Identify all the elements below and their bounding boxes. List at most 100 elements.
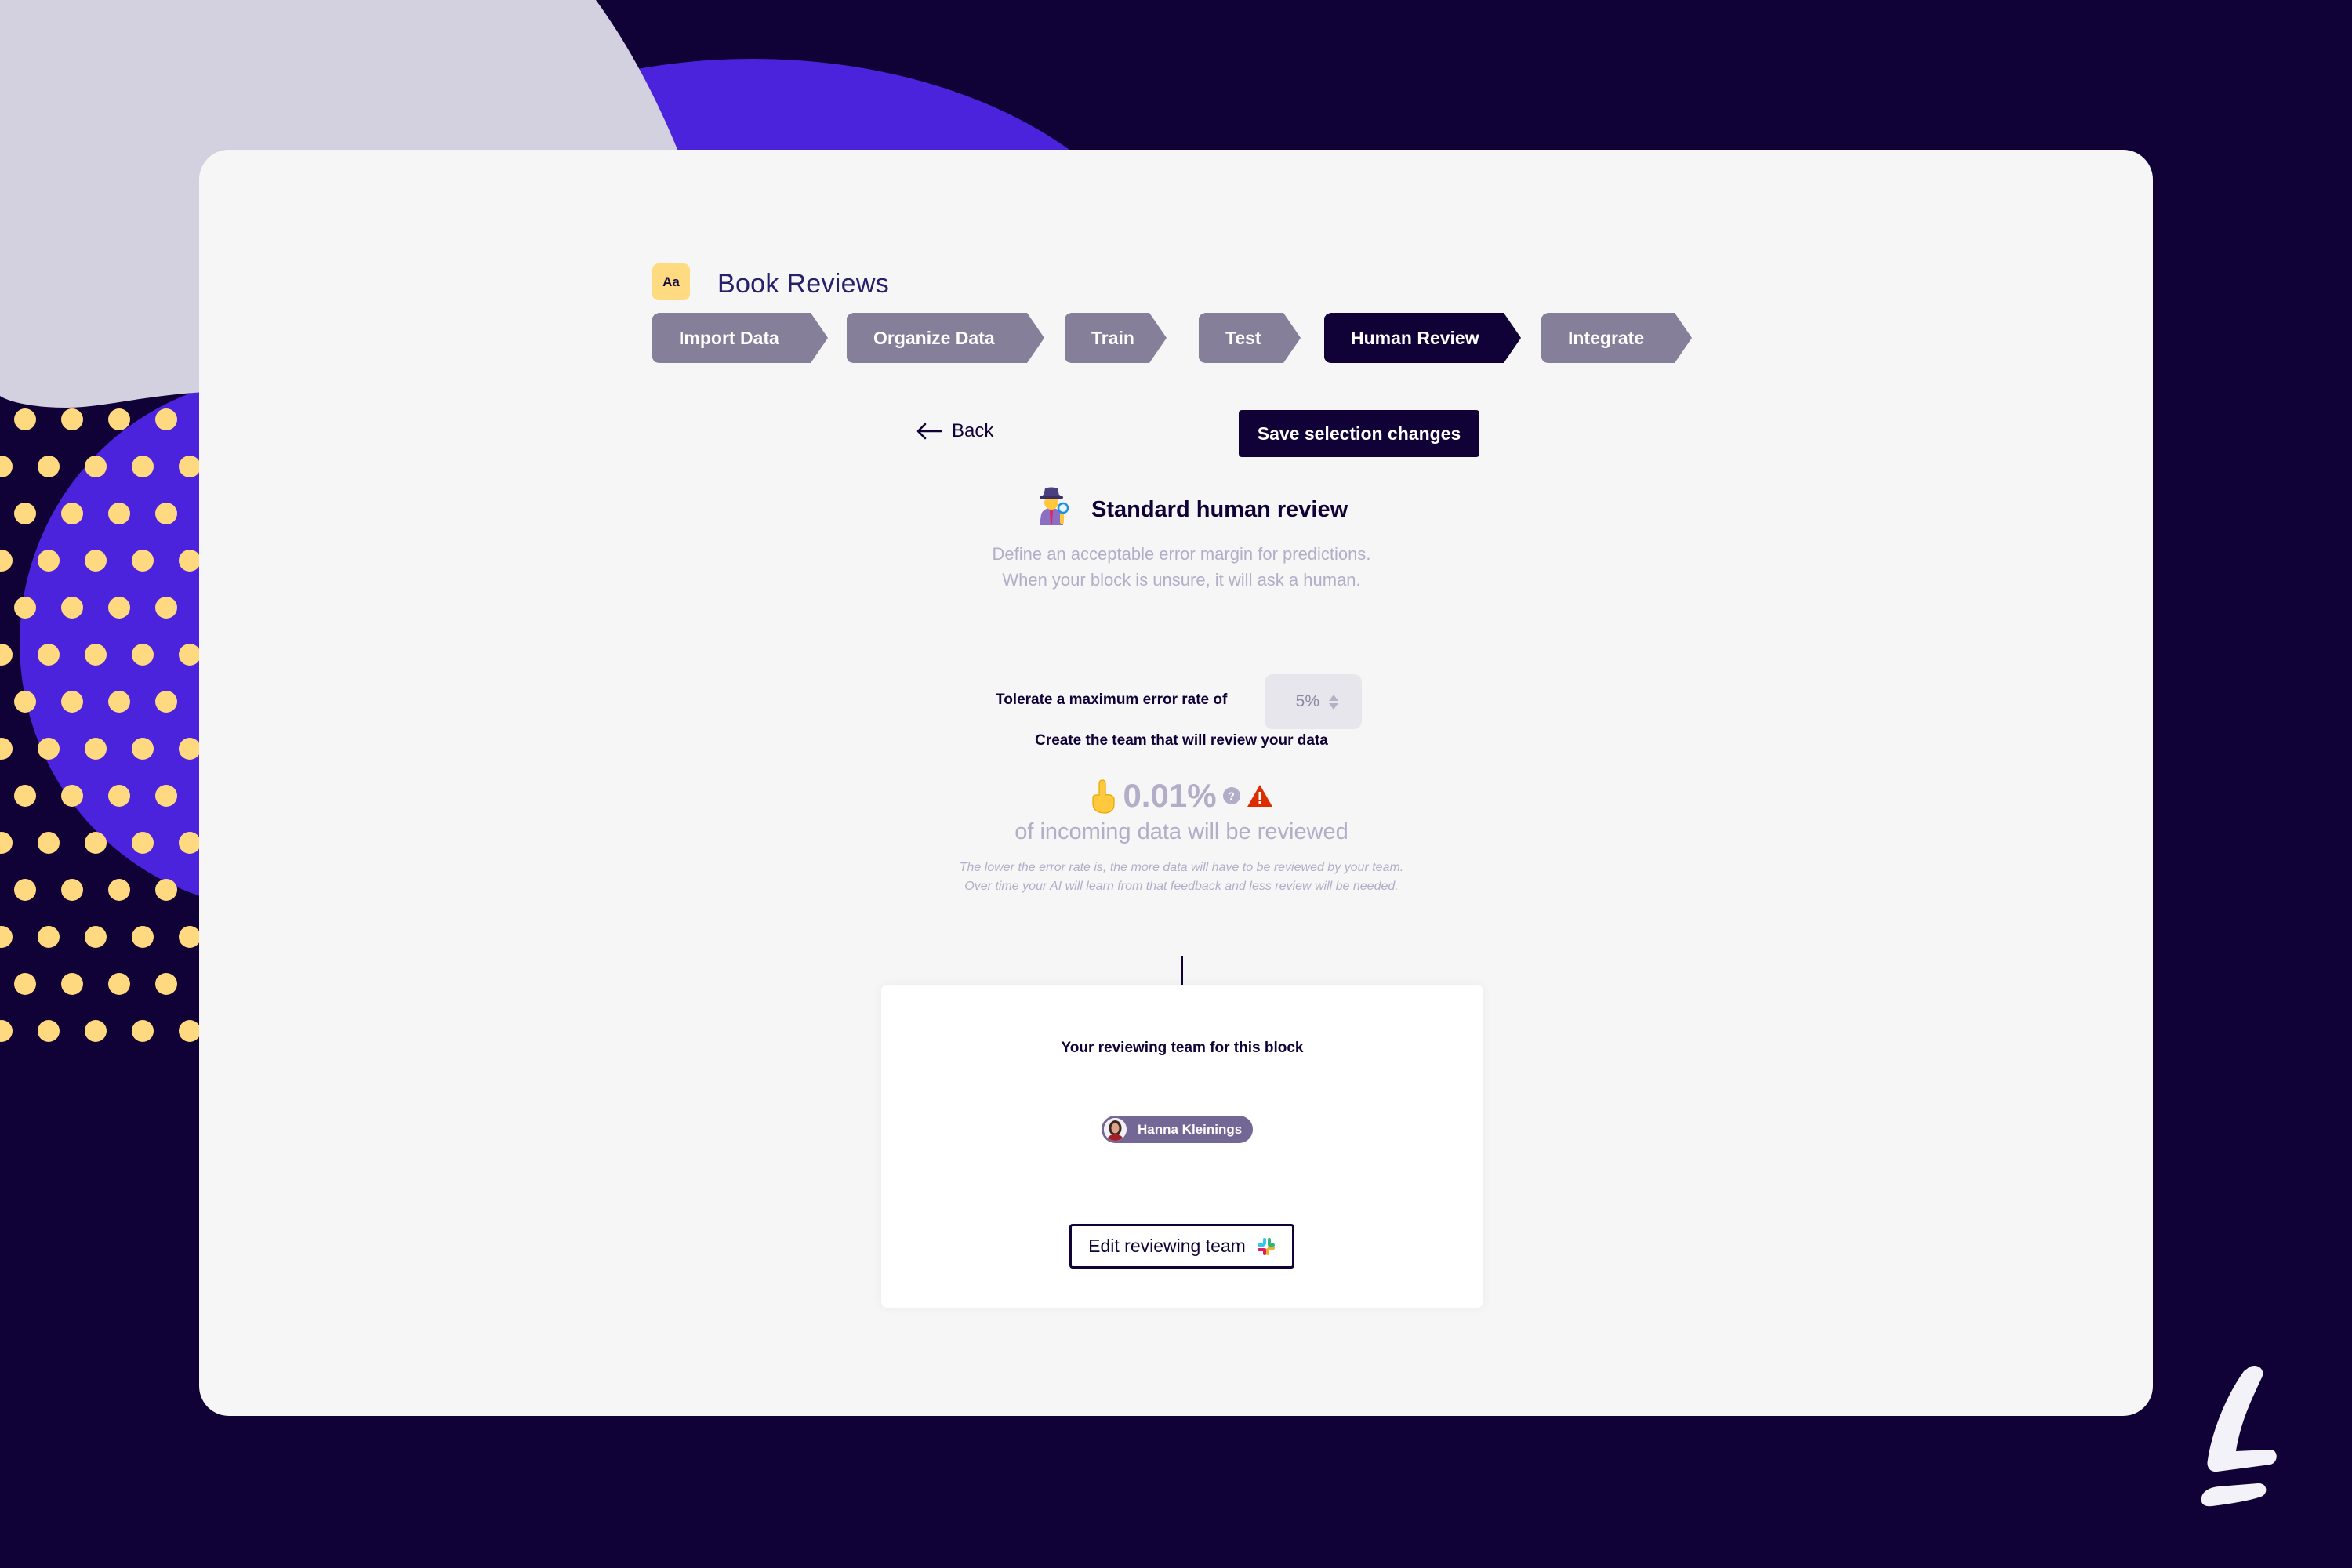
decor-dot [38,926,60,948]
decor-dot [179,738,201,760]
decor-dot [132,738,154,760]
decor-dot [85,550,107,572]
decor-dot [179,644,201,666]
decor-dot [14,408,36,430]
team-member-name: Hanna Kleinings [1138,1121,1243,1137]
decor-dot [108,597,130,619]
decor-dot [38,456,60,477]
back-button[interactable]: Back [916,420,993,442]
error-rate-stepper[interactable]: 5% [1265,674,1362,729]
description-line: Define an acceptable error margin for pr… [992,544,1371,564]
back-label: Back [952,420,994,441]
edit-reviewing-team-button[interactable]: Edit reviewing team [1069,1224,1294,1269]
decor-dot [61,408,83,430]
decor-dot [61,691,83,713]
decor-dot [38,1020,60,1042]
decor-dot [155,879,177,901]
decor-dot [38,832,60,854]
step-human-review[interactable]: Human Review [1324,313,1521,363]
warning-icon [1247,784,1273,808]
error-rate-value[interactable]: 5% [1296,692,1319,711]
brand-logo-icon [2201,1365,2277,1507]
decor-dot [132,550,154,572]
review-estimate: 0.01% ? [868,776,1495,815]
error-rate-label: Tolerate a maximum error rate of [996,691,1228,708]
decor-dot [38,550,60,572]
step-train[interactable]: Train [1065,313,1167,363]
decor-dot [14,973,36,995]
decor-dot [14,785,36,807]
save-selection-button[interactable]: Save selection changes [1239,410,1479,457]
decor-dot [155,785,177,807]
decor-dot [0,550,13,572]
decor-dot [61,785,83,807]
team-member-chip[interactable]: Hanna Kleinings [1102,1116,1253,1143]
create-team-label: Create the team that will review your da… [1035,732,1328,749]
increment-icon[interactable] [1329,694,1338,701]
step-integrate[interactable]: Integrate [1541,313,1692,363]
decor-dot [155,503,177,524]
decor-dot [179,456,201,477]
decor-dot [155,973,177,995]
decor-dot [0,644,13,666]
step-organize-data[interactable]: Organize Data [847,313,1044,363]
reviewing-team-title: Your reviewing team for this block [1061,1040,1304,1056]
decor-dot [179,1020,201,1042]
decor-dot [132,926,154,948]
review-note: The lower the error rate is, the more da… [959,861,1404,893]
step-import-data[interactable]: Import Data [652,313,828,363]
decor-dot [132,832,154,854]
decor-dot [0,832,13,854]
decor-dot [38,644,60,666]
decor-dot [85,456,107,477]
decor-dot [38,738,60,760]
decor-dot [108,408,130,430]
decor-dot [108,691,130,713]
step-test[interactable]: Test [1199,313,1301,363]
project-icon: Aa [652,263,690,300]
decor-dot [179,832,201,854]
decor-dot [14,597,36,619]
decor-dot [0,738,13,760]
decor-dot [0,926,13,948]
decor-dot [179,550,201,572]
review-mode-description: Define an acceptable error margin for pr… [868,541,1495,593]
slack-icon [1257,1237,1276,1256]
decor-dot [108,503,130,524]
decor-dot [108,879,130,901]
decrement-icon[interactable] [1329,702,1338,710]
decor-dot [85,926,107,948]
review-mode-title: Standard human review [1091,497,1348,522]
pointing-up-icon [1092,779,1116,814]
decor-dot [132,456,154,477]
help-icon[interactable]: ? [1222,787,1240,804]
decor-dot [85,832,107,854]
review-caption: of incoming data will be reviewed [1014,819,1348,844]
decor-dot [108,785,130,807]
decor-dot [14,879,36,901]
decor-dot [85,738,107,760]
decor-dot [61,879,83,901]
decor-dot [14,691,36,713]
decor-dot [0,1020,13,1042]
stepper-arrows[interactable] [1329,694,1338,710]
decor-dot [0,456,13,477]
project-title: Book Reviews [717,269,890,299]
decor-dot [61,973,83,995]
detective-icon [1040,487,1069,525]
decor-dot [61,503,83,524]
decor-dot [14,503,36,524]
decor-dot [85,1020,107,1042]
decor-dot [155,408,177,430]
decor-dot [108,973,130,995]
decor-dot [132,644,154,666]
avatar [1104,1118,1127,1141]
decor-dot [61,597,83,619]
decor-dot [155,691,177,713]
arrow-left-icon [916,423,942,440]
edit-team-label: Edit reviewing team [1088,1236,1246,1256]
decor-dot [179,926,201,948]
description-line: When your block is unsure, it will ask a… [1002,570,1361,590]
decor-dot [85,644,107,666]
decor-dot [132,1020,154,1042]
